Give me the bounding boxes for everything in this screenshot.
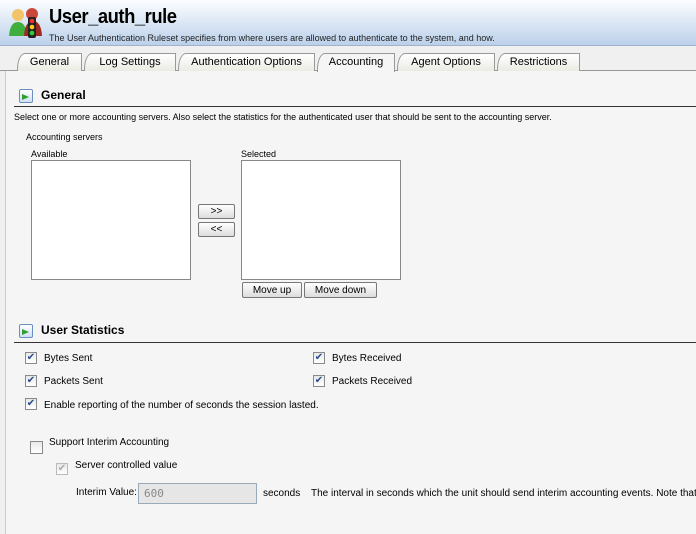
interim-value-label: Interim Value: [76, 487, 137, 498]
packets-sent-label: Packets Sent [44, 376, 103, 387]
server-controlled-label: Server controlled value [75, 460, 178, 471]
header: User_auth_rule The User Authentication R… [0, 0, 696, 46]
move-down-button[interactable]: Move down [304, 282, 377, 298]
user-statistics-title: User Statistics [41, 323, 125, 337]
session-seconds-checkbox[interactable]: ✔ [25, 398, 37, 410]
add-server-button[interactable]: >> [198, 204, 235, 219]
available-servers-list[interactable] [31, 160, 191, 280]
divider [14, 106, 696, 107]
tab-bar: General Log Settings Authentication Opti… [0, 47, 696, 72]
selected-label: Selected [241, 149, 277, 159]
bytes-sent-label: Bytes Sent [44, 353, 93, 364]
tab-restrictions[interactable]: Restrictions [497, 53, 580, 71]
tab-log-settings[interactable]: Log Settings [84, 53, 176, 71]
support-interim-label: Support Interim Accounting [49, 437, 170, 448]
section-arrow-icon [19, 324, 33, 338]
interim-value-input[interactable] [138, 483, 257, 504]
tab-general[interactable]: General [17, 53, 82, 71]
available-label: Available [31, 149, 68, 159]
general-description: Select one or more accounting servers. A… [14, 112, 552, 122]
packets-received-label: Packets Received [332, 376, 413, 387]
bytes-received-checkbox[interactable]: ✔ [313, 352, 325, 364]
support-interim-checkbox[interactable] [30, 441, 43, 454]
tab-accounting[interactable]: Accounting [317, 53, 395, 72]
section-arrow-icon [19, 89, 33, 103]
packets-received-checkbox[interactable]: ✔ [313, 375, 325, 387]
general-section-title: General [41, 88, 86, 102]
page-title: User_auth_rule [49, 6, 177, 28]
remove-server-button[interactable]: << [198, 222, 235, 237]
packets-sent-checkbox[interactable]: ✔ [25, 375, 37, 387]
interim-help-text: The interval in seconds which the unit s… [311, 488, 696, 499]
bytes-sent-checkbox[interactable]: ✔ [25, 352, 37, 364]
accounting-servers-label: Accounting servers [26, 132, 103, 142]
divider [14, 342, 696, 343]
selected-servers-list[interactable] [241, 160, 401, 280]
page-subtitle: The User Authentication Ruleset specifie… [49, 33, 495, 43]
server-controlled-checkbox[interactable]: ✔ [56, 463, 68, 475]
users-traffic-light-icon [9, 8, 42, 38]
tab-authentication-options[interactable]: Authentication Options [178, 53, 315, 71]
interim-unit-label: seconds [263, 488, 301, 499]
bytes-received-label: Bytes Received [332, 353, 402, 364]
session-seconds-label: Enable reporting of the number of second… [44, 400, 319, 411]
tab-agent-options[interactable]: Agent Options [397, 53, 495, 71]
move-up-button[interactable]: Move up [242, 282, 302, 298]
